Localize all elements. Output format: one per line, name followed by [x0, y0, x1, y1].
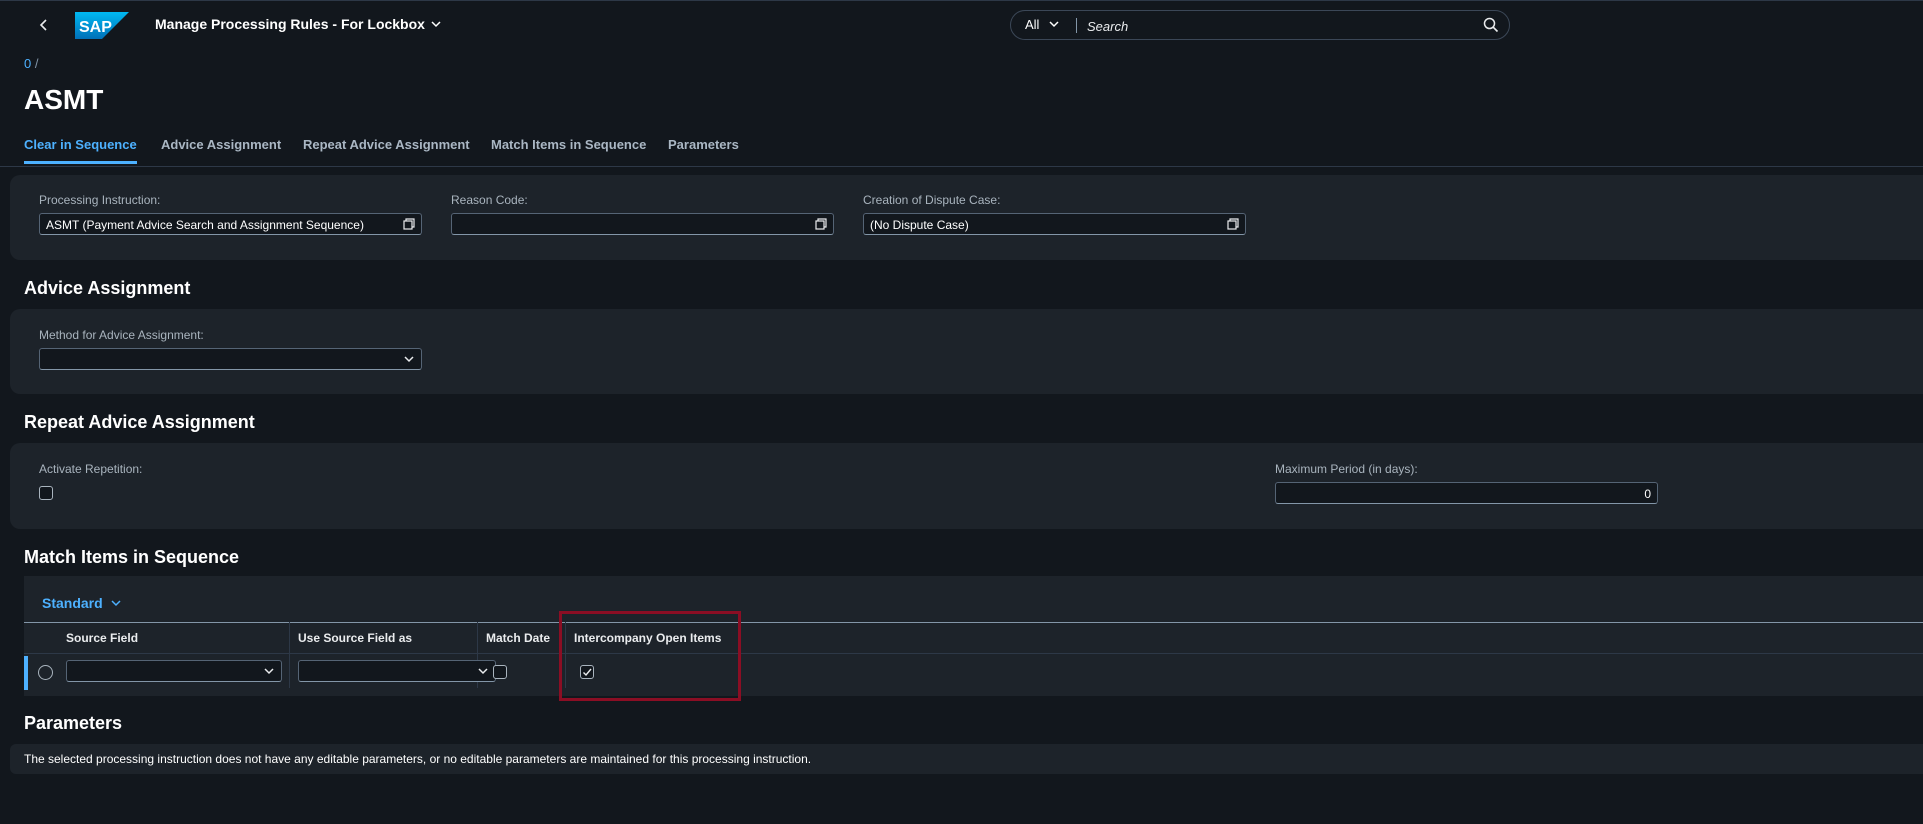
variant-name: Standard [42, 595, 103, 611]
parameters-title: Parameters [24, 713, 123, 733]
row-highlight-marker [24, 656, 28, 690]
breadcrumb: 0 / [24, 56, 38, 71]
use-source-field-as-select[interactable] [298, 660, 496, 682]
tab-parameters[interactable]: Parameters [668, 137, 739, 152]
column-header-match-date[interactable]: Match Date [486, 631, 550, 645]
parameters-panel: The selected processing instruction does… [10, 744, 1923, 774]
page-title: ASMT [24, 84, 104, 115]
row-select-radio[interactable] [38, 665, 53, 680]
tab-repeat-advice-assignment[interactable]: Repeat Advice Assignment [303, 137, 470, 152]
chevron-down-icon [1049, 21, 1059, 28]
variant-management[interactable]: Standard [42, 595, 121, 611]
advice-assignment-title: Advice Assignment [24, 278, 191, 298]
reason-code-field[interactable] [451, 213, 834, 235]
value-help-icon[interactable] [1227, 218, 1239, 230]
search-scope-select[interactable]: All [1025, 17, 1059, 32]
chevron-left-icon [39, 19, 47, 31]
column-header-use-source-field-as[interactable]: Use Source Field as [298, 631, 412, 645]
source-field-select[interactable] [66, 660, 282, 682]
search-scope-value: All [1025, 17, 1040, 32]
chevron-down-icon [431, 20, 441, 27]
dispute-case-field[interactable]: (No Dispute Case) [863, 213, 1246, 235]
search-separator [1076, 18, 1077, 33]
chevron-down-icon[interactable] [403, 353, 415, 365]
breadcrumb-separator: / [34, 56, 39, 71]
match-date-checkbox[interactable] [493, 665, 507, 679]
repeat-advice-assignment-panel: Activate Repetition: Maximum Period (in … [10, 443, 1923, 529]
shell-bar: SAP Manage Processing Rules - For Lockbo… [0, 0, 1923, 49]
search-input[interactable] [1085, 14, 1469, 38]
column-separator [289, 622, 290, 688]
match-items-table: Standard Source Field Use Source Field a… [24, 576, 1923, 696]
dispute-case-label: Creation of Dispute Case: [863, 193, 1001, 207]
intercompany-open-items-checkbox[interactable] [580, 665, 594, 679]
value-help-icon[interactable] [403, 218, 415, 230]
svg-text:SAP: SAP [79, 19, 112, 36]
advice-method-select[interactable] [39, 348, 422, 370]
sap-logo[interactable]: SAP [75, 12, 129, 39]
anchor-tab-bar: Clear in Sequence Advice Assignment Repe… [0, 132, 1923, 167]
app-title-menu[interactable]: Manage Processing Rules - For Lockbox [155, 16, 441, 32]
value-help-icon[interactable] [815, 218, 827, 230]
tab-clear-in-sequence[interactable]: Clear in Sequence [24, 137, 137, 164]
processing-instruction-field[interactable]: ASMT (Payment Advice Search and Assignme… [39, 213, 422, 235]
max-period-label: Maximum Period (in days): [1275, 462, 1418, 476]
repeat-advice-assignment-title: Repeat Advice Assignment [24, 412, 255, 432]
activate-repetition-checkbox[interactable] [39, 486, 53, 500]
back-button[interactable] [32, 11, 56, 39]
column-header-source-field[interactable]: Source Field [66, 631, 138, 645]
max-period-value: 0 [1644, 487, 1651, 501]
activate-repetition-label: Activate Repetition: [39, 462, 143, 476]
app-title-text: Manage Processing Rules - For Lockbox [155, 16, 425, 32]
column-separator [565, 622, 566, 688]
advice-assignment-panel: Method for Advice Assignment: [10, 309, 1923, 394]
processing-instruction-label: Processing Instruction: [39, 193, 161, 207]
breadcrumb-link[interactable]: 0 [24, 56, 31, 71]
search-bar: All [1010, 10, 1510, 40]
chevron-down-icon[interactable] [477, 665, 489, 677]
table-header: Source Field Use Source Field as Match D… [24, 622, 1923, 654]
search-icon[interactable] [1483, 17, 1499, 33]
tab-match-items-in-sequence[interactable]: Match Items in Sequence [491, 137, 646, 152]
match-items-title: Match Items in Sequence [24, 547, 240, 567]
chevron-down-icon[interactable] [263, 665, 275, 677]
column-header-intercompany-open-items[interactable]: Intercompany Open Items [574, 631, 721, 645]
processing-instruction-value: ASMT (Payment Advice Search and Assignme… [46, 218, 364, 232]
tab-advice-assignment[interactable]: Advice Assignment [161, 137, 281, 152]
reason-code-label: Reason Code: [451, 193, 528, 207]
dispute-case-value: (No Dispute Case) [870, 218, 969, 232]
checkmark-icon [583, 668, 592, 677]
parameters-message: The selected processing instruction does… [24, 752, 812, 766]
max-period-input[interactable]: 0 [1275, 482, 1658, 504]
chevron-down-icon [111, 599, 121, 606]
advice-method-label: Method for Advice Assignment: [39, 328, 204, 342]
clear-in-sequence-panel: Processing Instruction: ASMT (Payment Ad… [10, 175, 1923, 260]
